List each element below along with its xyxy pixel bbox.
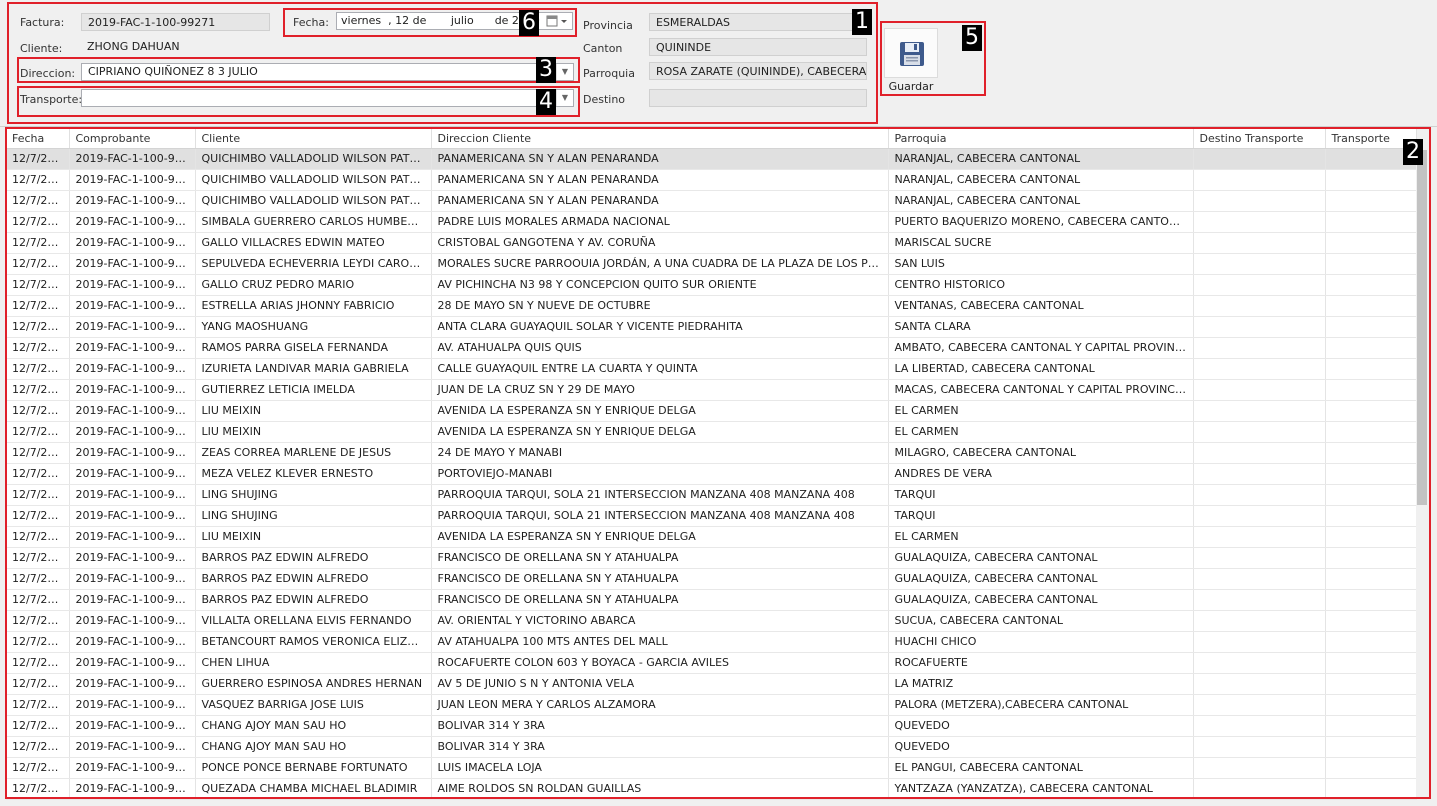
annotation-box-4	[17, 86, 580, 117]
annotation-label-6: 6	[519, 10, 539, 36]
annotation-label-4: 4	[536, 89, 556, 115]
annotation-label-2: 2	[1403, 139, 1423, 165]
annotation-label-1: 1	[852, 9, 872, 35]
annotation-box-3	[17, 57, 580, 83]
annotation-box-2	[5, 127, 1431, 799]
annotation-label-5: 5	[962, 25, 982, 51]
annotation-label-3: 3	[536, 57, 556, 83]
